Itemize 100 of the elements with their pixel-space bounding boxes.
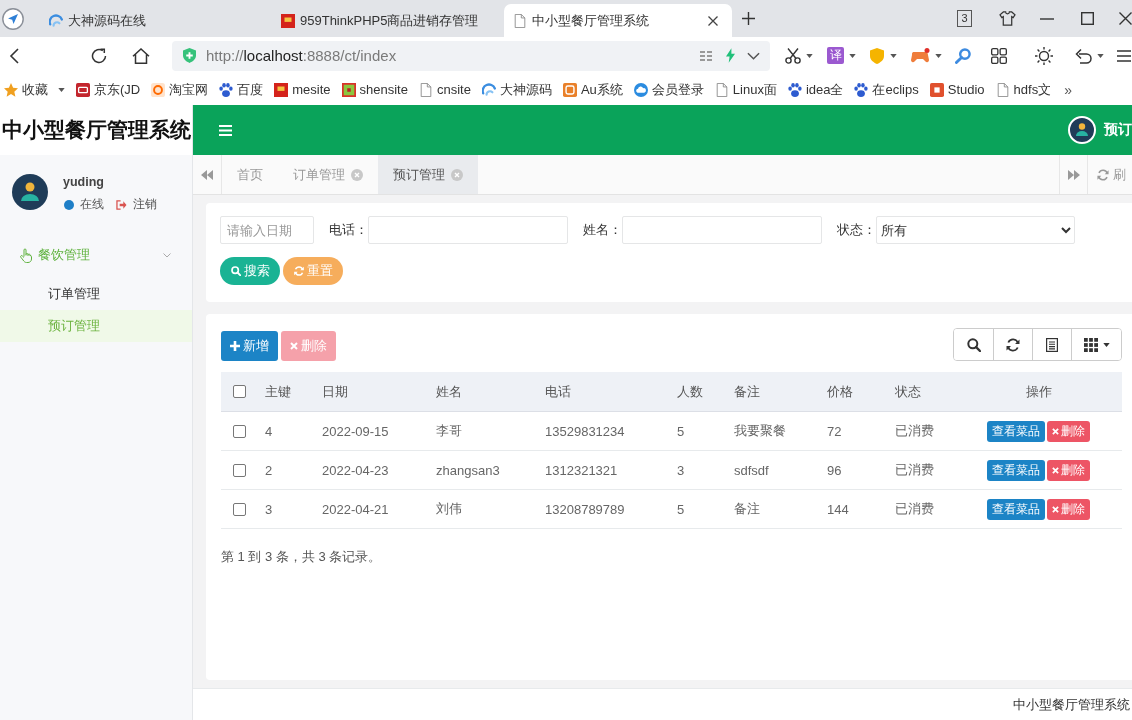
grid-icon[interactable] bbox=[991, 47, 1007, 64]
shield-icon bbox=[183, 48, 196, 63]
browser-tab[interactable]: 中小型餐厅管理系统 bbox=[504, 4, 732, 37]
column-header: 备注 bbox=[726, 372, 819, 412]
column-header: 电话 bbox=[537, 372, 669, 412]
menu-item[interactable]: 订单管理 bbox=[0, 278, 192, 310]
bookmark[interactable]: 大神源码 bbox=[481, 80, 552, 99]
bookmark[interactable]: 会员登录 bbox=[633, 80, 704, 99]
add-button[interactable]: 新增 bbox=[221, 331, 278, 361]
bookmark[interactable]: 京东(JD bbox=[76, 80, 141, 99]
bookmark[interactable]: idea全 bbox=[787, 80, 844, 99]
bookmark[interactable]: hdfs文 bbox=[995, 80, 1052, 99]
new-tab-icon[interactable] bbox=[742, 12, 755, 25]
row-checkbox[interactable] bbox=[233, 463, 246, 477]
input-field[interactable] bbox=[622, 216, 822, 244]
close-icon[interactable] bbox=[708, 15, 718, 26]
refresh-icon bbox=[1097, 168, 1109, 181]
address-field[interactable]: http://localhost:8888/ct/index bbox=[172, 40, 770, 71]
bookmark[interactable]: 收藏 bbox=[4, 80, 65, 99]
row-checkbox[interactable] bbox=[233, 502, 246, 516]
table-cell: zhangsan3 bbox=[428, 450, 537, 490]
table-cell: 96 bbox=[819, 450, 887, 490]
scissors-icon[interactable] bbox=[785, 47, 801, 64]
view-dishes-button[interactable]: 查看菜品 bbox=[987, 459, 1045, 481]
menu-icon[interactable] bbox=[1117, 49, 1131, 62]
bookmark[interactable]: 淘宝网 bbox=[151, 80, 209, 99]
hand-icon bbox=[20, 247, 32, 263]
avatar-icon[interactable] bbox=[1068, 116, 1096, 144]
caret-icon[interactable] bbox=[890, 53, 897, 58]
pagination-summary: 第 1 到 3 条，共 3 条记录。 bbox=[221, 549, 382, 564]
tile-icon bbox=[562, 82, 577, 97]
row-checkbox[interactable] bbox=[233, 424, 246, 438]
user-name: yuding bbox=[63, 175, 105, 189]
select-all-checkbox[interactable] bbox=[233, 385, 246, 398]
caret-icon[interactable] bbox=[1097, 53, 1104, 58]
field-label: 状态： bbox=[837, 221, 876, 239]
table-cell: 13208789789 bbox=[537, 489, 669, 529]
chevron-down-icon[interactable] bbox=[747, 51, 760, 60]
select-field[interactable]: 所有 bbox=[876, 216, 1075, 244]
bookmark[interactable]: 百度 bbox=[219, 80, 264, 99]
table-cell: 5 bbox=[669, 411, 726, 451]
table-cell: sdfsdf bbox=[726, 450, 819, 490]
paw-icon bbox=[854, 82, 869, 97]
bookmark[interactable]: shensite bbox=[341, 82, 408, 97]
close-icon[interactable] bbox=[1119, 12, 1132, 25]
bookmark[interactable]: Au系统 bbox=[562, 80, 623, 99]
caret-icon[interactable] bbox=[806, 53, 813, 58]
table-cell: 5 bbox=[669, 489, 726, 529]
caret-icon bbox=[1102, 342, 1110, 347]
app-title: 中小型餐厅管理系统 bbox=[2, 118, 191, 143]
logout-link[interactable]: 注销 bbox=[133, 196, 157, 213]
caret-icon[interactable] bbox=[935, 53, 942, 58]
bookmark[interactable]: 在eclips bbox=[854, 80, 919, 99]
table-cell: 2022-04-23 bbox=[314, 450, 428, 490]
table-cell: 13529831234 bbox=[537, 411, 669, 451]
refresh-icon bbox=[294, 266, 304, 276]
online-status: 在线 bbox=[80, 196, 104, 213]
plus-icon bbox=[230, 341, 240, 351]
shirt-icon[interactable] bbox=[999, 11, 1016, 26]
view-dishes-button[interactable]: 查看菜品 bbox=[987, 498, 1045, 520]
search-icon bbox=[231, 266, 241, 276]
bookmark[interactable]: mesite bbox=[274, 82, 331, 97]
chevron-icon bbox=[163, 252, 171, 258]
maximize-icon[interactable] bbox=[1081, 12, 1094, 25]
browser-tab[interactable]: 959ThinkPHP5商品进销存管理 bbox=[272, 4, 500, 37]
gamepad-icon[interactable] bbox=[910, 48, 930, 63]
view-dishes-button[interactable]: 查看菜品 bbox=[987, 420, 1045, 442]
search-icon bbox=[966, 337, 981, 352]
bookmark[interactable]: Studio bbox=[929, 82, 985, 97]
translate-button[interactable]: 译 bbox=[827, 47, 844, 64]
swirl-icon bbox=[49, 13, 63, 28]
bookmark[interactable]: cnsite bbox=[418, 82, 471, 97]
bookmark[interactable]: Linux面 bbox=[714, 80, 777, 99]
caret-icon[interactable] bbox=[58, 87, 65, 92]
undo-icon[interactable] bbox=[1075, 47, 1092, 64]
input-field[interactable] bbox=[368, 216, 568, 244]
back-icon[interactable] bbox=[9, 47, 19, 64]
home-icon[interactable] bbox=[132, 47, 150, 64]
column-header: 日期 bbox=[314, 372, 428, 412]
column-header: 价格 bbox=[819, 372, 887, 412]
cloud-icon bbox=[633, 82, 648, 97]
tile-icon bbox=[274, 82, 289, 97]
reload-icon[interactable] bbox=[91, 47, 107, 64]
browser-tab[interactable]: 大神源码在线 bbox=[40, 4, 268, 37]
page-icon bbox=[995, 82, 1010, 97]
table-cell: 72 bbox=[819, 411, 887, 451]
table-cell: 备注 bbox=[726, 489, 819, 529]
sign-out-icon[interactable] bbox=[116, 199, 127, 210]
minimize-icon[interactable] bbox=[1040, 17, 1054, 20]
page-tab[interactable]: 预订管理 bbox=[378, 155, 478, 194]
swirl-icon bbox=[481, 82, 496, 97]
more-bookmarks-button[interactable]: » bbox=[1064, 81, 1072, 98]
input-field[interactable]: 请输入日期 bbox=[220, 216, 314, 244]
tab-counter[interactable]: 3 bbox=[957, 10, 972, 27]
caret-icon[interactable] bbox=[849, 53, 856, 58]
tile-icon bbox=[151, 82, 166, 97]
sun-icon[interactable] bbox=[1035, 46, 1053, 65]
cross-icon bbox=[1052, 427, 1059, 435]
search-icon[interactable] bbox=[955, 47, 971, 64]
columns-button[interactable] bbox=[1071, 329, 1121, 360]
